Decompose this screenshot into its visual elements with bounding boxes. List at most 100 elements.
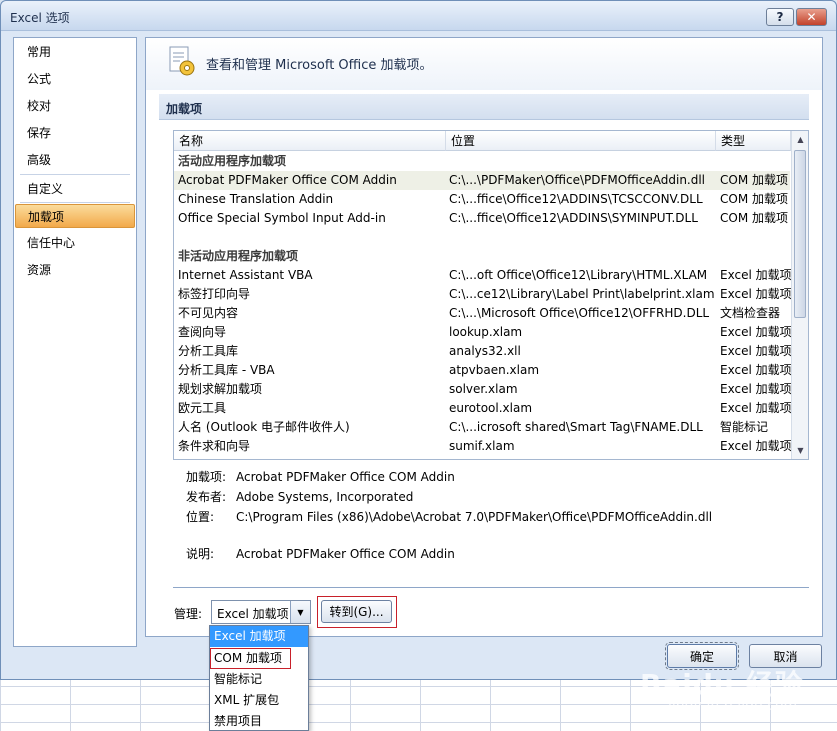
cell-type: Excel 加载项 [720,382,792,396]
cell-location: solver.xlam [449,382,518,396]
cell-name: 条件求和向导 [178,439,251,453]
cell-name: 分析工具库 - VBA [178,363,275,377]
table-row[interactable]: 欧元工具 eurotool.xlam Excel 加载项 [174,399,792,418]
detail-label: 位置: [186,510,215,524]
nav-item-advanced[interactable]: 高级 [15,148,135,172]
detail-description: 说明: Acrobat PDFMaker Office COM Addin [186,545,455,563]
table-row[interactable]: 规划求解加载项 solver.xlam Excel 加载项 [174,380,792,399]
cell-name: Chinese Translation Addin [178,192,334,206]
cell-location: C:\...\PDFMaker\Office\PDFMOfficeAddin.d… [449,173,706,187]
nav-divider [20,202,130,203]
addins-panel: 查看和管理 Microsoft Office 加载项。 加载项 名称 位置 类型… [145,37,823,637]
com-option-highlight-outline [210,648,291,669]
nav-item-save[interactable]: 保存 [15,121,135,145]
cell-name: Internet Assistant VBA [178,268,313,282]
table-row[interactable]: Internet Assistant VBA C:\...oft Office\… [174,266,792,285]
detail-location: 位置: C:\Program Files (x86)\Adobe\Acrobat … [186,508,712,526]
table-row[interactable]: Chinese Translation Addin C:\...ffice\Of… [174,190,790,209]
table-row[interactable]: 分析工具库 - VBA atpvbaen.xlam Excel 加载项 [174,361,792,380]
scroll-up-icon[interactable]: ▲ [793,131,808,148]
cell-name: 欧元工具 [178,401,227,415]
nav-item-resources[interactable]: 资源 [15,258,135,282]
cell-type: Excel 加载项 [720,344,792,358]
addins-table: 名称 位置 类型 活动应用程序加载项 Acrobat PDFMaker Offi… [173,130,809,460]
manage-select[interactable]: Excel 加载项 ▼ [211,600,311,624]
cell-location: C:\...oft Office\Office12\Library\HTML.X… [449,268,708,282]
table-row[interactable]: 查阅向导 lookup.xlam Excel 加载项 [174,323,792,342]
column-header-type[interactable]: 类型 [716,131,791,151]
nav-item-formulas[interactable]: 公式 [15,67,135,91]
cell-type: COM 加载项 [720,211,788,225]
cell-type: Excel 加载项 [720,401,792,415]
manage-label: 管理: [174,607,203,621]
manage-selected-value: Excel 加载项 [217,607,289,621]
options-nav: 常用 公式 校对 保存 高级 自定义 加载项 信任中心 资源 [13,37,137,647]
cell-type: COM 加载项 [720,173,788,187]
cell-location: analys32.xll [449,344,521,358]
table-row[interactable]: 人名 (Outlook 电子邮件收件人) C:\...icrosoft shar… [174,418,790,437]
cell-type: Excel 加载项 [720,287,792,301]
table-row[interactable]: Acrobat PDFMaker Office COM Addin C:\...… [174,171,790,190]
nav-item-addins[interactable]: 加载项 [15,204,135,228]
nav-item-trust-center[interactable]: 信任中心 [15,231,135,255]
cell-name: 分析工具库 [178,344,239,358]
detail-label: 说明: [186,547,215,561]
title-bar: Excel 选项 ? ✕ [1,1,836,31]
group-active-title: 活动应用程序加载项 [178,154,287,168]
nav-divider [20,174,130,175]
nav-item-customize[interactable]: 自定义 [15,177,135,201]
detail-value: Acrobat PDFMaker Office COM Addin [236,470,455,484]
window-title: Excel 选项 [10,11,70,25]
group-inactive-title: 非活动应用程序加载项 [178,249,299,263]
dropdown-option-xml-expansion[interactable]: XML 扩展包 [210,690,308,711]
scroll-thumb[interactable] [794,150,806,318]
panel-header: 查看和管理 Microsoft Office 加载项。 [146,38,822,90]
table-row[interactable]: 分析工具库 analys32.xll Excel 加载项 [174,342,792,361]
help-button[interactable]: ? [766,8,794,26]
cell-location: C:\...ffice\Office12\ADDINS\TCSCCONV.DLL [449,192,703,206]
cell-name: 标签打印向导 [178,287,251,301]
excel-options-dialog: Excel 选项 ? ✕ 常用 公式 校对 保存 高级 自定义 加载项 信任中心… [0,0,837,680]
cell-name: 查阅向导 [178,325,227,339]
goto-button[interactable]: 转到(G)... [321,600,392,623]
chevron-down-icon[interactable]: ▼ [290,601,310,623]
cell-name: 人名 (Outlook 电子邮件收件人) [178,420,350,434]
detail-publisher: 发布者: Adobe Systems, Incorporated [186,488,413,506]
table-row[interactable]: 标签打印向导 C:\...ce12\Library\Label Print\la… [174,285,792,304]
cell-type: 文档检查器 [720,306,781,320]
baidu-watermark: Baidu 经验 [640,668,804,701]
cell-name: Acrobat PDFMaker Office COM Addin [178,173,397,187]
cell-name: Office Special Symbol Input Add-in [178,211,386,225]
cell-location: eurotool.xlam [449,401,533,415]
section-title: 加载项 [166,102,203,116]
dropdown-option-excel-addins[interactable]: Excel 加载项 [210,626,308,647]
manage-dropdown-list: Excel 加载项 COM 加载项 智能标记 XML 扩展包 禁用项目 [209,625,309,731]
cell-location: C:\...ce12\Library\Label Print\labelprin… [449,287,715,301]
nav-item-common[interactable]: 常用 [15,40,135,64]
nav-item-proofing[interactable]: 校对 [15,94,135,118]
column-header-location[interactable]: 位置 [446,131,716,151]
scroll-down-icon[interactable]: ▼ [793,442,808,459]
vertical-scrollbar[interactable]: ▲ ▼ [791,131,808,459]
cell-location: C:\...\Microsoft Office\Office12\OFFRHD.… [449,306,710,320]
detail-value: C:\Program Files (x86)\Adobe\Acrobat 7.0… [236,510,713,524]
table-row[interactable]: 不可见内容 C:\...\Microsoft Office\Office12\O… [174,304,790,323]
cell-location: atpvbaen.xlam [449,363,540,377]
baidu-watermark-url: jingyan.baidu.com [668,698,798,714]
panel-divider [173,587,809,588]
cell-location: sumif.xlam [449,439,515,453]
panel-header-text: 查看和管理 Microsoft Office 加载项。 [206,58,433,73]
table-row[interactable]: Office Special Symbol Input Add-in C:\..… [174,209,790,228]
cell-type: Excel 加载项 [720,363,792,377]
dropdown-option-disabled-items[interactable]: 禁用项目 [210,711,308,731]
cell-location: C:\...ffice\Office12\ADDINS\SYMINPUT.DLL [449,211,698,225]
detail-value: Adobe Systems, Incorporated [236,490,414,504]
cell-type: Excel 加载项 [720,439,792,453]
detail-label: 加载项: [186,470,227,484]
detail-value: Acrobat PDFMaker Office COM Addin [236,547,455,561]
table-row[interactable]: 条件求和向导 sumif.xlam Excel 加载项 [174,437,792,456]
dropdown-option-smart-tags[interactable]: 智能标记 [210,669,308,690]
column-header-name[interactable]: 名称 [174,131,446,151]
close-button[interactable]: ✕ [796,8,827,26]
cell-name: 不可见内容 [178,306,239,320]
